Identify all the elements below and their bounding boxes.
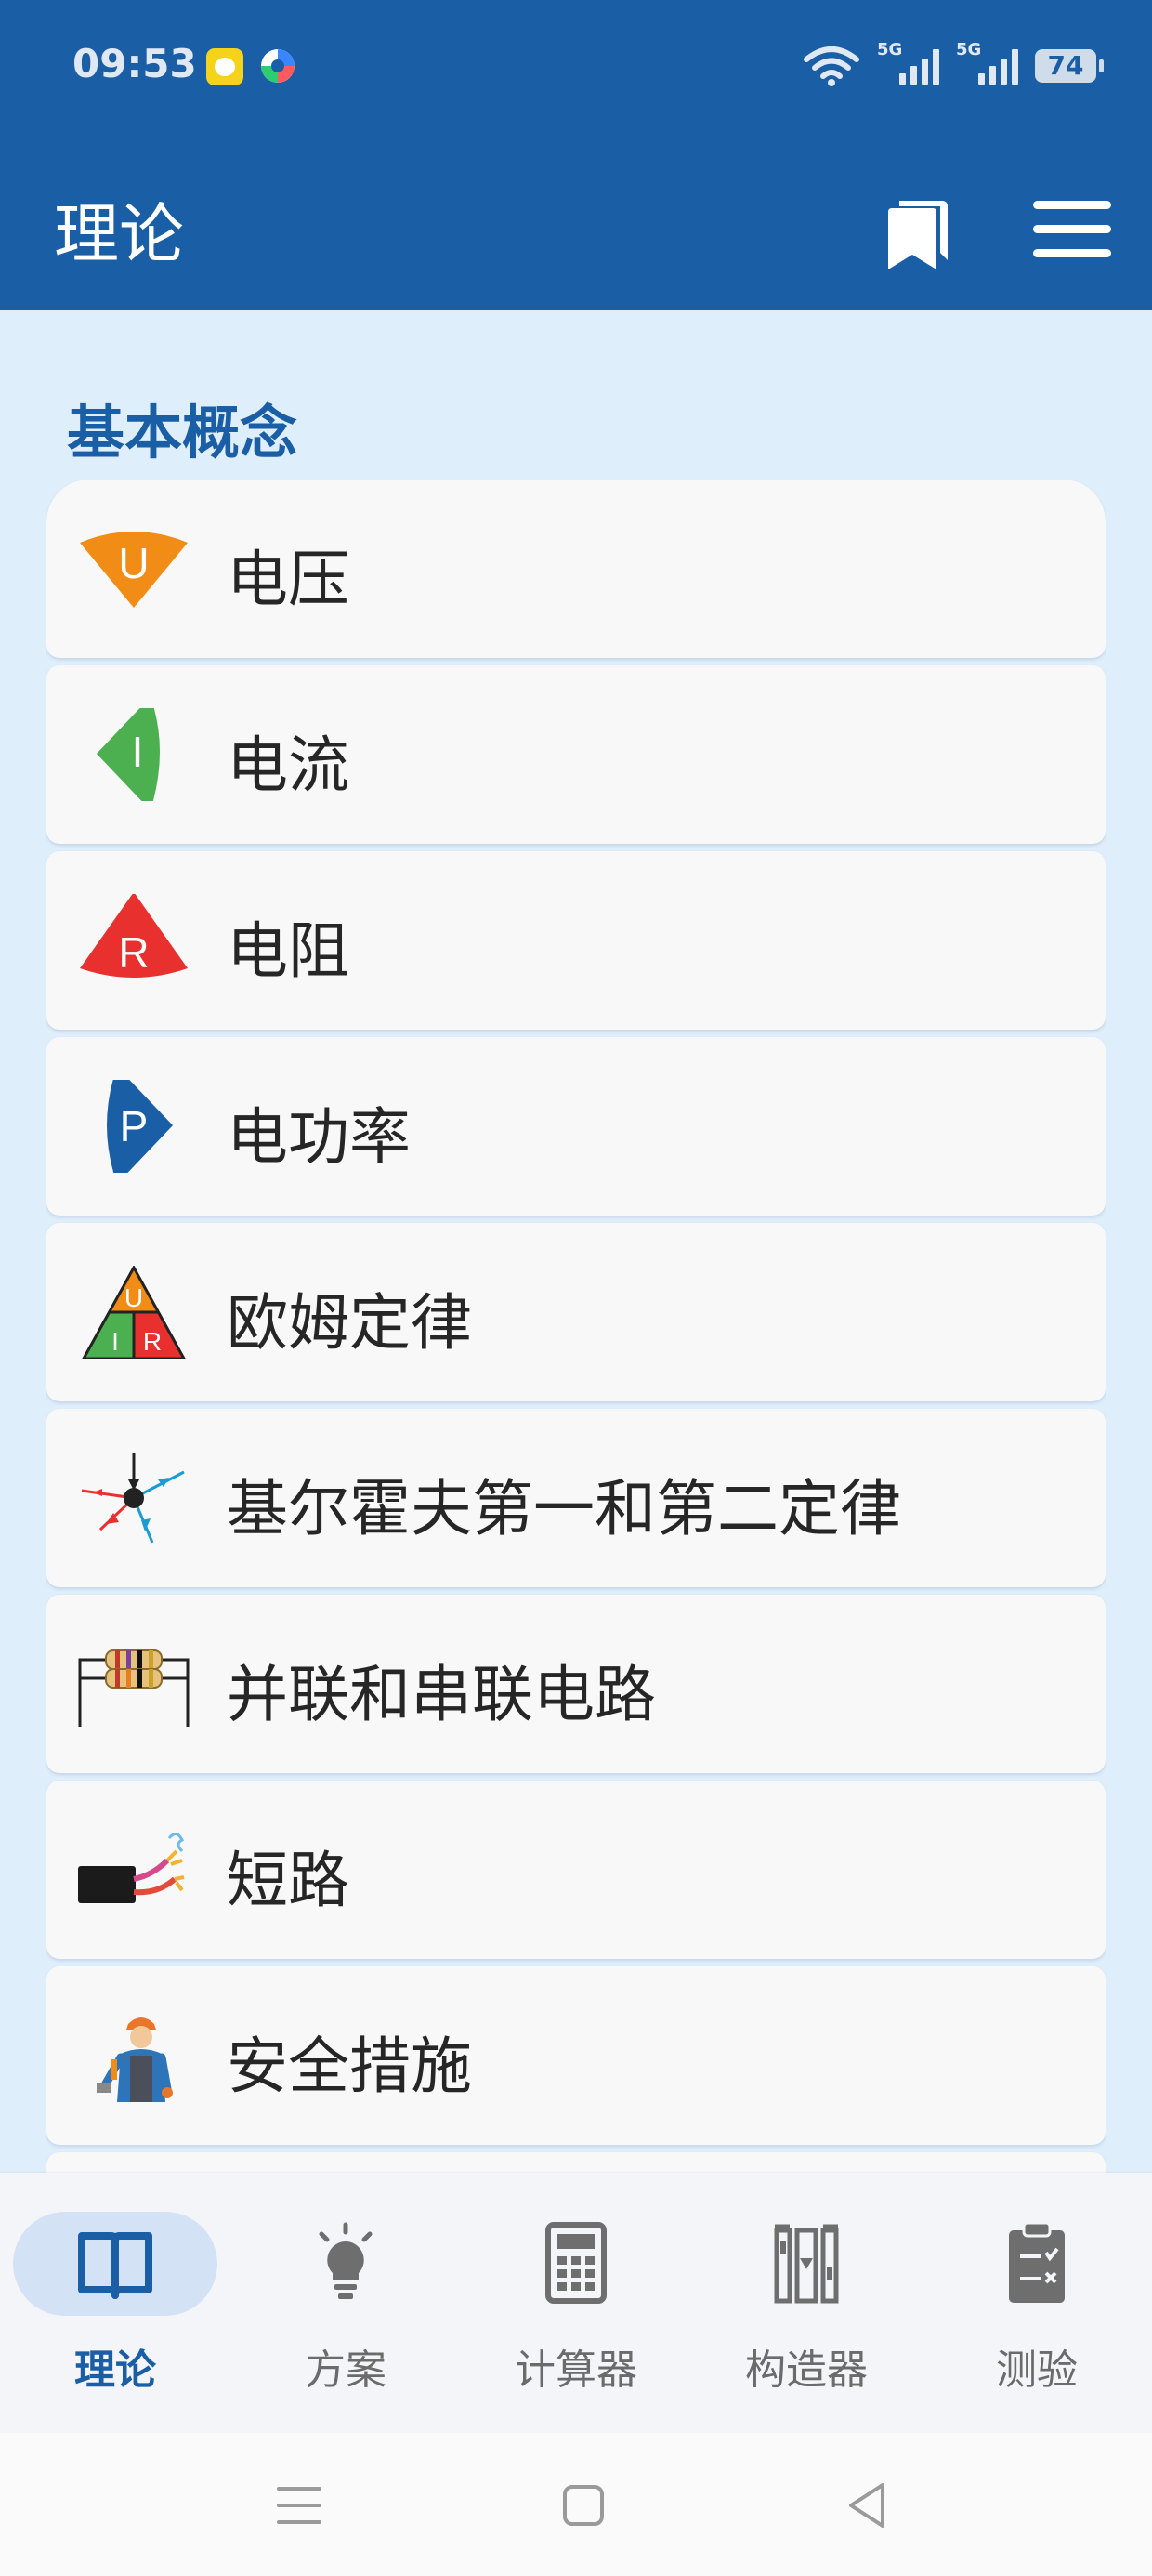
ohms-law-triangle-icon: U I R <box>82 1266 186 1359</box>
wifi-icon <box>804 46 859 86</box>
list-item-current[interactable]: I 电流 <box>46 665 1106 844</box>
ohms-r-letter: R <box>143 1327 162 1356</box>
list-item-kirchhoff[interactable]: 基尔霍夫第一和第二定律 <box>46 1409 1106 1587</box>
concept-list: U 电压 I 电流 R 电阻 P 电功率 U I R 欧姆定律 基尔霍夫第一和第… <box>46 480 1106 2173</box>
nav-tab-quiz[interactable]: 测验 <box>922 2173 1152 2433</box>
list-item-label: 电压 <box>227 544 349 615</box>
bottom-navigation: 理论 方案 计算器 构造器 测验 <box>0 2173 1152 2433</box>
voltage-u-icon: U <box>80 532 188 608</box>
list-item-resistance[interactable]: R 电阻 <box>46 851 1106 1030</box>
nav-tab-theory[interactable]: 理论 <box>0 2173 230 2433</box>
list-item-label: 并联和串联电路 <box>227 1659 656 1730</box>
power-p-icon: P <box>107 1080 173 1173</box>
list-item-short-circuit[interactable]: 短路 <box>46 1781 1106 1959</box>
status-bar: 09:53 5G 5G 74 <box>0 0 1152 139</box>
quiz-clipboard-icon <box>1009 2221 1065 2303</box>
lightbulb-icon <box>319 2222 373 2299</box>
short-circuit-wire-icon <box>78 1833 185 1903</box>
signal-icon: 5G <box>877 40 939 85</box>
recents-menu-icon[interactable] <box>271 2477 327 2533</box>
nav-label: 理论 <box>74 2346 156 2394</box>
ohms-i-letter: I <box>111 1327 119 1356</box>
app-bar: 理论 <box>0 139 1152 310</box>
nav-tab-schemes[interactable]: 方案 <box>230 2173 461 2433</box>
list-item-label: 电阻 <box>227 915 349 987</box>
system-navigation-bar <box>0 2433 1152 2576</box>
resistor-circuit-icon <box>78 1649 190 1727</box>
current-i-icon: I <box>97 708 160 801</box>
signal-icon-2: 5G <box>956 40 1018 85</box>
ohms-u-letter: U <box>124 1283 143 1312</box>
list-item-circuits[interactable]: 并联和串联电路 <box>46 1595 1106 1773</box>
list-item-power[interactable]: P 电功率 <box>46 1037 1106 1216</box>
home-icon[interactable] <box>556 2477 611 2533</box>
calculator-icon <box>545 2222 607 2304</box>
status-time: 09:53 <box>72 41 197 86</box>
svg-text:R: R <box>118 928 149 977</box>
list-item-label: 欧姆定律 <box>227 1287 472 1359</box>
network-type-1: 5G <box>877 40 903 59</box>
list-item-ohms-law[interactable]: U I R 欧姆定律 <box>46 1223 1106 1401</box>
electrician-worker-icon <box>97 2017 173 2102</box>
notification-app-icon-2 <box>261 49 295 83</box>
menu-icon[interactable] <box>1033 201 1111 260</box>
list-item-label: 电功率 <box>227 1101 411 1173</box>
notification-app-icon <box>206 48 243 85</box>
battery-icon: 74 <box>1035 49 1104 83</box>
kirchhoff-node-icon <box>81 1453 185 1544</box>
list-item-label: 电流 <box>227 729 349 801</box>
list-item-label: 短路 <box>227 1845 349 1916</box>
nav-tab-builder[interactable]: 构造器 <box>691 2173 922 2433</box>
svg-text:U: U <box>118 539 149 587</box>
list-item-safety[interactable]: 安全措施 <box>46 1966 1106 2145</box>
components-icon <box>774 2224 839 2304</box>
section-title: 基本概念 <box>67 399 298 467</box>
svg-text:I: I <box>132 728 144 776</box>
book-icon <box>78 2232 152 2299</box>
nav-label: 计算器 <box>515 2346 637 2394</box>
nav-label: 构造器 <box>745 2346 868 2394</box>
network-type-2: 5G <box>956 40 982 59</box>
nav-label: 方案 <box>305 2346 386 2394</box>
page-title: 理论 <box>54 196 184 272</box>
list-item-partial[interactable] <box>46 2152 1106 2173</box>
list-item-label: 安全措施 <box>227 2031 472 2102</box>
list-item-voltage[interactable]: U 电压 <box>46 480 1106 658</box>
list-item-label: 基尔霍夫第一和第二定律 <box>227 1473 901 1544</box>
nav-tab-calculator[interactable]: 计算器 <box>461 2173 691 2433</box>
bookmark-icon[interactable] <box>883 195 953 271</box>
svg-text:P: P <box>120 1102 149 1150</box>
back-icon[interactable] <box>840 2477 896 2533</box>
nav-label: 测验 <box>996 2346 1078 2394</box>
resistance-r-icon: R <box>80 894 188 978</box>
